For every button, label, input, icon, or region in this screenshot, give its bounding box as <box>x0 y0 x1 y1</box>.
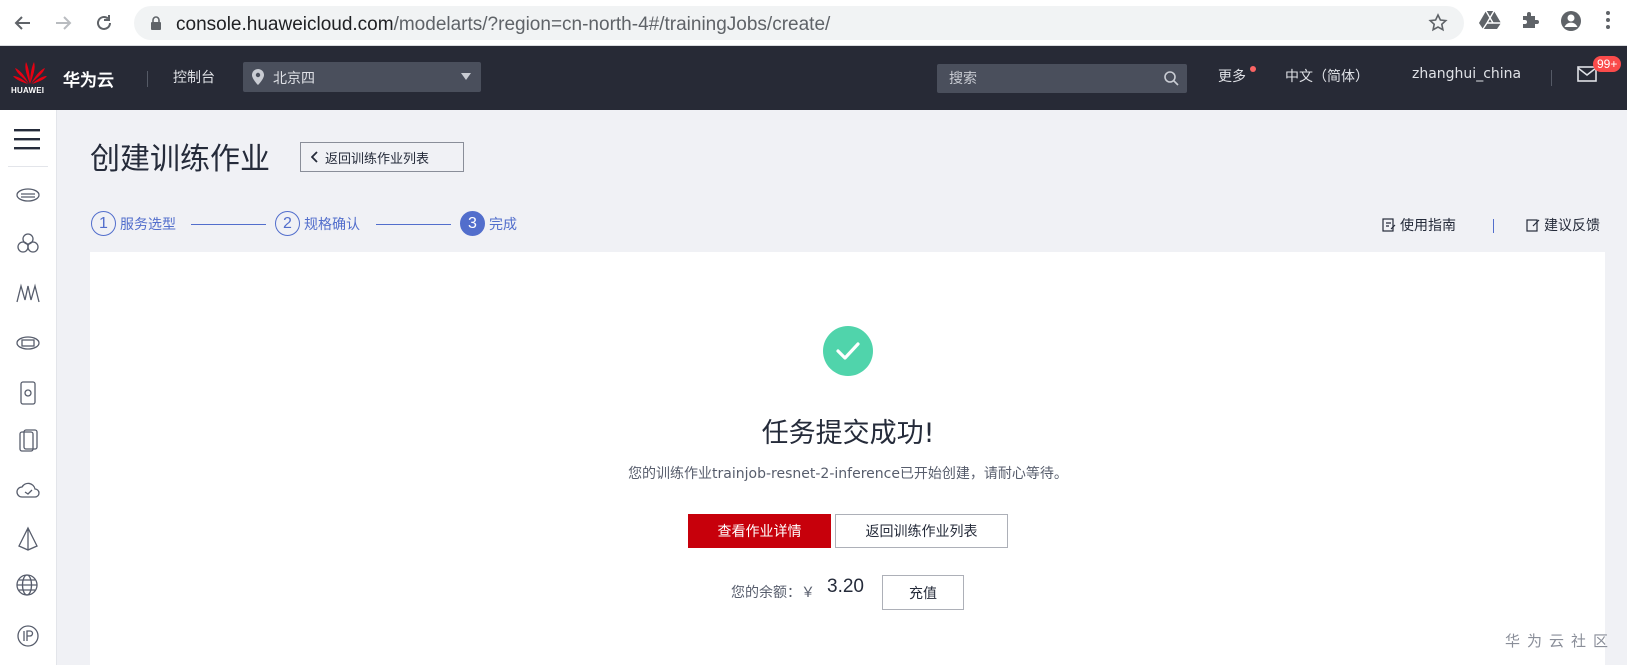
recharge-button[interactable]: 充值 <box>882 575 964 610</box>
watermark: 华为云社区 <box>1505 632 1616 650</box>
step-number: 3 <box>460 211 485 236</box>
page-title: 创建训练作业 <box>90 142 270 177</box>
link-divider <box>1493 219 1494 233</box>
language-selector[interactable]: 中文（简体） <box>1285 66 1369 86</box>
header-divider <box>1551 70 1552 86</box>
logo-text: HUAWEI <box>11 86 45 95</box>
user-guide-link[interactable]: 使用指南 <box>1382 215 1456 235</box>
location-pin-icon <box>252 69 264 89</box>
console-header: HUAWEI 华为云 控制台 北京四 更多 中文（简体） zhanghui_ch… <box>0 46 1627 110</box>
search-icon[interactable] <box>1163 70 1179 90</box>
region-selector[interactable]: 北京四 <box>243 62 481 92</box>
success-title: 任务提交成功! <box>761 418 935 449</box>
region-label: 北京四 <box>273 71 315 87</box>
browser-menu-icon[interactable] <box>1605 10 1611 34</box>
header-divider <box>147 71 148 87</box>
result-panel <box>90 252 1605 665</box>
ip-icon[interactable] <box>15 623 41 649</box>
balance-value: 3.20 <box>827 576 864 597</box>
chevron-left-icon <box>311 151 318 163</box>
feedback-label: 建议反馈 <box>1544 218 1600 234</box>
step-label: 规格确认 <box>304 216 360 233</box>
step-number: 1 <box>91 211 116 236</box>
feedback-icon <box>1526 219 1540 232</box>
return-to-list-button[interactable]: 返回训练作业列表 <box>835 514 1008 548</box>
extensions-icon[interactable] <box>1520 10 1540 34</box>
more-menu[interactable]: 更多 <box>1218 66 1246 86</box>
console-link[interactable]: 控制台 <box>173 67 215 87</box>
forward-arrow-icon[interactable] <box>50 10 76 36</box>
rail-divider <box>8 166 48 167</box>
caret-down-icon <box>461 73 471 80</box>
feedback-link[interactable]: 建议反馈 <box>1526 215 1600 235</box>
success-message: 您的训练作业trainjob-resnet-2-inference已开始创建，请… <box>628 466 1068 482</box>
step-label: 完成 <box>489 216 517 233</box>
network-icon[interactable] <box>15 526 41 552</box>
success-check-icon <box>823 326 873 376</box>
back-to-list-button[interactable]: 返回训练作业列表 <box>300 142 464 172</box>
user-guide-label: 使用指南 <box>1400 218 1456 234</box>
storage-icon[interactable] <box>15 380 41 406</box>
step-label: 服务选型 <box>120 216 176 233</box>
browser-toolbar: console.huaweicloud.com/modelarts/?regio… <box>0 0 1627 46</box>
username-menu[interactable]: zhanghui_china <box>1412 66 1521 82</box>
search-input[interactable] <box>937 64 1147 93</box>
mail-count-badge: 99+ <box>1593 56 1622 72</box>
profile-icon[interactable] <box>1560 10 1582 36</box>
url-text[interactable]: console.huaweicloud.com/modelarts/?regio… <box>176 14 830 36</box>
notification-dot <box>1250 66 1256 72</box>
globe-icon[interactable] <box>15 573 41 599</box>
step-2: 2 规格确认 <box>275 211 360 236</box>
cloud-server-icon[interactable] <box>15 182 41 208</box>
database-icon[interactable] <box>15 330 41 356</box>
balance-label: 您的余额：￥ <box>731 585 815 601</box>
back-arrow-icon[interactable] <box>10 10 36 36</box>
drive-icon[interactable] <box>1479 10 1501 34</box>
edit-doc-icon <box>1382 218 1396 232</box>
reload-icon[interactable] <box>91 10 117 36</box>
header-search <box>937 64 1187 93</box>
step-connector <box>191 224 266 225</box>
view-job-details-button[interactable]: 查看作业详情 <box>688 514 831 548</box>
left-service-rail <box>0 110 57 665</box>
step-connector <box>376 224 451 225</box>
step-1: 1 服务选型 <box>91 211 176 236</box>
back-to-list-label: 返回训练作业列表 <box>325 151 430 167</box>
step-3: 3 完成 <box>460 211 517 236</box>
bookmark-star-icon[interactable] <box>1428 13 1448 37</box>
hamburger-menu-icon[interactable] <box>14 128 40 154</box>
address-bar[interactable]: console.huaweicloud.com/modelarts/?regio… <box>134 6 1464 40</box>
modelarts-icon[interactable] <box>15 280 41 306</box>
step-number: 2 <box>275 211 300 236</box>
lock-icon[interactable] <box>150 16 162 35</box>
brand-name[interactable]: 华为云 <box>63 66 114 91</box>
cluster-icon[interactable] <box>15 231 41 257</box>
